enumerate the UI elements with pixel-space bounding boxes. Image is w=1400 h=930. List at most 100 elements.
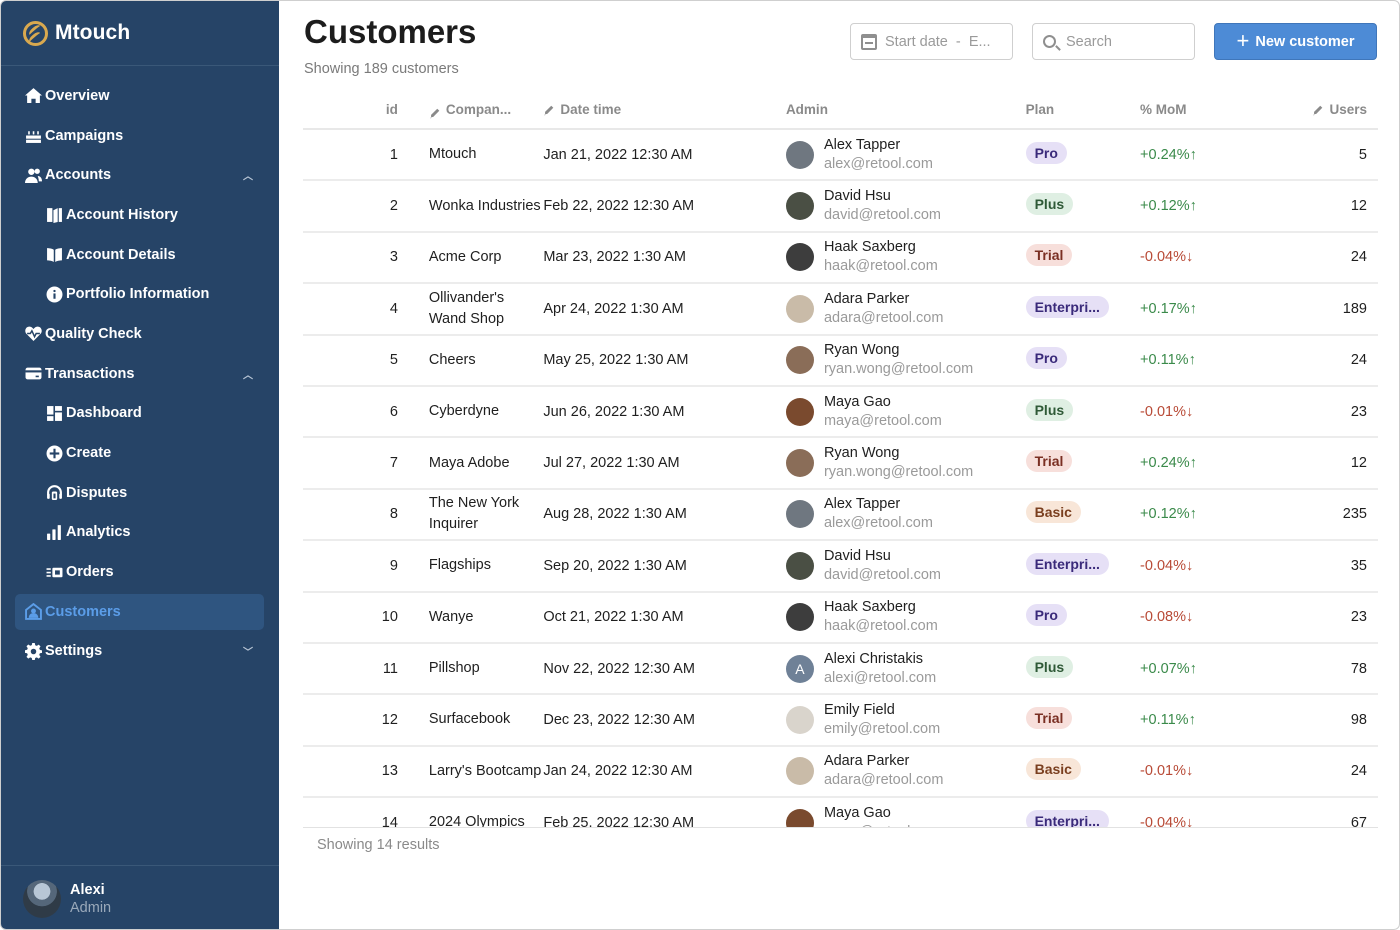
chevron-up-icon[interactable]: ︿ [243, 366, 253, 381]
avatar [785, 397, 814, 426]
column-header-label: Plan [1025, 102, 1055, 117]
table-row[interactable]: 6 Cyberdyne Jun 26, 2022 1:30 AM Maya Gao ma… [303, 387, 1378, 439]
column-header-label: Admin [785, 102, 828, 117]
cell-plan: Enterpri... [1025, 295, 1140, 322]
cell-id: 11 [382, 660, 398, 677]
cell-users: 5 [1358, 146, 1367, 163]
table-row[interactable]: 3 Acme Corp Mar 23, 2022 1:30 AM Haak Saxbe… [303, 233, 1378, 285]
cell-plan: Enterpri... [1025, 809, 1140, 827]
cell-admin: David Hsu david@retool.com [785, 187, 1026, 225]
arrow-down-icon: ↓ [1186, 557, 1194, 574]
admin-email: ryan.wong@retool.com [823, 464, 974, 481]
table-row[interactable]: 9 Flagships Sep 20, 2022 1:30 AM David Hsu d… [303, 541, 1378, 593]
avatar: A [785, 654, 814, 683]
cell-admin: Alex Tapper alex@retool.com [785, 495, 1026, 533]
sidebar-item-overview[interactable]: Overview [1, 76, 279, 116]
sidebar-item-label: Disputes [66, 484, 128, 501]
mom-value: +0.12% [1140, 506, 1190, 523]
results-count: Showing 14 results [317, 837, 440, 853]
sidebar-item-transactions[interactable]: Transactions ︿ [1, 354, 279, 394]
mom-value: +0.12% [1140, 198, 1190, 215]
cell-company: Ollivander's Wand Shop [428, 289, 505, 327]
sidebar-item-orders[interactable]: Orders [1, 552, 279, 592]
new-customer-button[interactable]: + New customer [1214, 23, 1377, 60]
user-profile[interactable]: Alexi Admin [1, 865, 279, 929]
search-input[interactable]: Search [1032, 23, 1195, 60]
admin-email: alex@retool.com [823, 515, 933, 532]
column-header-company[interactable]: Compan... [406, 99, 543, 120]
mom-value: -0.04% [1140, 557, 1186, 574]
cell-plan: Basic [1025, 758, 1140, 784]
sidebar-item-campaigns[interactable]: Campaigns [1, 116, 279, 156]
column-header-plan[interactable]: Plan [1026, 102, 1140, 117]
sidebar-item-label: Settings [45, 643, 103, 660]
table-row[interactable]: 5 Cheers May 25, 2022 1:30 AM Ryan Wong ryan… [303, 336, 1378, 387]
plan-badge: Pro [1025, 141, 1067, 164]
sidebar-item-disputes[interactable]: Disputes [1, 473, 279, 513]
sidebar-item-dashboard[interactable]: Dashboard [1, 394, 279, 434]
cell-plan: Enterpri... [1025, 552, 1140, 579]
cell-mom: -0.01%↓ [1140, 404, 1272, 420]
sidebar-item-portfolio-information[interactable]: Portfolio Information [1, 274, 279, 314]
cell-date: Apr 24, 2022 1:30 AM [543, 300, 684, 317]
cell-plan: Pro [1025, 141, 1140, 168]
bar-chart-icon [45, 523, 63, 541]
sidebar-item-label: Accounts [45, 167, 112, 184]
table-header: id Compan... Date time Admin Plan % MoM … [303, 91, 1378, 130]
avatar [23, 879, 61, 918]
cell-plan: Trial [1025, 244, 1140, 270]
sidebar-item-analytics[interactable]: Analytics [1, 513, 279, 553]
sidebar-item-account-details[interactable]: Account Details [1, 235, 279, 275]
cell-admin: Haak Saxberg haak@retool.com [785, 598, 1026, 636]
cell-company: Acme Corp [428, 248, 502, 265]
chevron-down-icon[interactable]: ﹀ [243, 644, 253, 659]
sidebar-item-account-history[interactable]: Account History [1, 195, 279, 235]
sidebar-item-accounts[interactable]: Accounts ︿ [1, 155, 279, 195]
mom-value: -0.04% [1140, 249, 1186, 266]
column-header-users[interactable]: Users [1272, 102, 1378, 117]
admin-email: david@retool.com [823, 566, 942, 583]
table-row[interactable]: 14 2024 Olympics Feb 25, 2022 12:30 AM Maya… [303, 798, 1378, 827]
column-header-mom[interactable]: % MoM [1140, 102, 1272, 117]
cell-admin: David Hsu david@retool.com [785, 547, 1026, 585]
table-row[interactable]: 11 Pillshop Nov 22, 2022 12:30 AM A Alexi Ch… [303, 644, 1378, 696]
avatar [785, 705, 814, 734]
column-header-label: Compan... [445, 102, 512, 117]
cell-id: 9 [389, 557, 398, 574]
chevron-up-icon[interactable]: ︿ [243, 168, 253, 183]
admin-email: emily@retool.com [823, 720, 941, 737]
table-row[interactable]: 8 The New York Inquirer Aug 28, 2022 1:30 … [303, 490, 1378, 542]
cell-date: Jun 26, 2022 1:30 AM [543, 403, 685, 420]
avatar [785, 449, 814, 478]
user-role: Admin [70, 899, 112, 916]
table-row[interactable]: 1 Mtouch Jan 21, 2022 12:30 AM Alex Tapper a… [303, 130, 1378, 182]
column-header-date[interactable]: Date time [543, 102, 786, 117]
search-placeholder: Search [1066, 33, 1112, 50]
admin-email: adara@retool.com [823, 309, 944, 326]
cell-admin: Maya Gao maya@retool.com [785, 804, 1026, 827]
table-row[interactable]: 10 Wanye Oct 21, 2022 1:30 AM Haak Saxberg h… [303, 593, 1378, 644]
cell-mom: -0.08%↓ [1140, 609, 1272, 625]
sidebar-item-settings[interactable]: Settings ﹀ [1, 632, 279, 672]
column-header-id[interactable]: id [303, 102, 406, 117]
mom-value: -0.01% [1140, 763, 1186, 780]
sidebar-item-label: Orders [66, 564, 114, 581]
plan-badge: Plus [1025, 398, 1074, 421]
cell-users: 98 [1350, 711, 1367, 728]
date-range-input[interactable]: Start date - E... [850, 23, 1013, 60]
mom-value: +0.24% [1140, 146, 1190, 163]
column-header-admin[interactable]: Admin [786, 102, 1026, 117]
cell-plan: Plus [1025, 193, 1140, 219]
table-row[interactable]: 7 Maya Adobe Jul 27, 2022 1:30 AM Ryan Wong… [303, 438, 1378, 490]
brand[interactable]: Mtouch [1, 1, 279, 66]
table-row[interactable]: 4 Ollivander's Wand Shop Apr 24, 2022 1:30… [303, 284, 1378, 336]
sidebar-item-quality-check[interactable]: Quality Check [1, 314, 279, 354]
admin-name: Adara Parker [823, 753, 910, 770]
cell-date: Jan 24, 2022 12:30 AM [543, 763, 693, 780]
table-row[interactable]: 13 Larry's Bootcamp Jan 24, 2022 12:30 AM A… [303, 747, 1378, 799]
sidebar-item-create[interactable]: Create [1, 433, 279, 473]
sidebar-item-customers[interactable]: Customers [1, 592, 279, 632]
cell-date: Dec 23, 2022 12:30 AM [543, 711, 695, 728]
table-row[interactable]: 12 Surfacebook Dec 23, 2022 12:30 AM Emily … [303, 695, 1378, 747]
table-row[interactable]: 2 Wonka Industries Feb 22, 2022 12:30 AM Da… [303, 181, 1378, 233]
